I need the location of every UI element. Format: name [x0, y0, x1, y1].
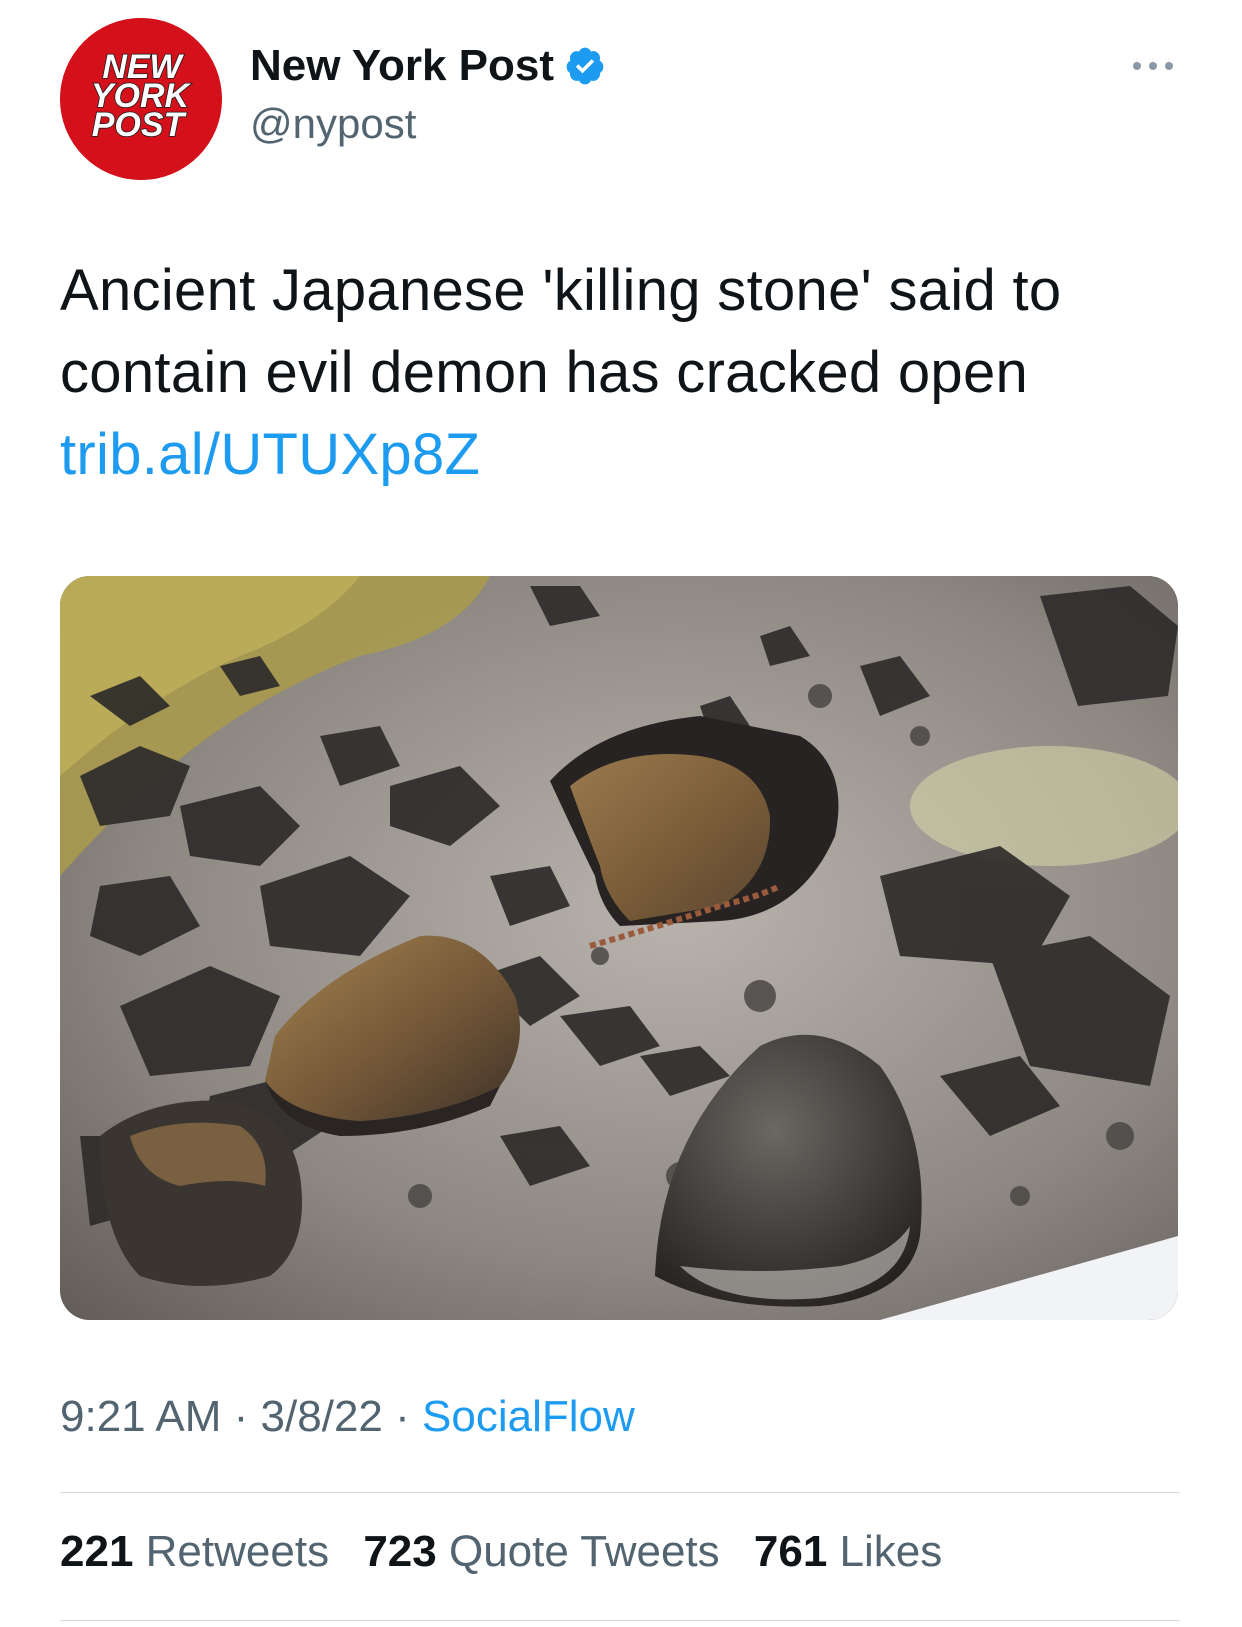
display-name-row: New York Post — [250, 40, 606, 92]
avatar[interactable]: NEW YORK POST — [60, 18, 222, 180]
divider — [60, 1620, 1180, 1621]
divider — [60, 1492, 1180, 1493]
retweets-label: Retweets — [145, 1527, 330, 1576]
retweets-stat[interactable]: 221 Retweets — [60, 1527, 329, 1576]
quote-tweets-count: 723 — [363, 1527, 437, 1576]
new-york-post-logo: NEW YORK POST — [60, 18, 222, 180]
retweets-count: 221 — [60, 1527, 134, 1576]
likes-count: 761 — [753, 1527, 828, 1576]
tweet-stats: 221 Retweets 723 Quote Tweets 761 Likes — [60, 1527, 964, 1577]
svg-text:POST: POST — [92, 106, 188, 144]
tweet-link[interactable]: trib.al/UTUXp8Z — [60, 422, 480, 487]
tweet-date[interactable]: 3/8/22 — [261, 1392, 383, 1441]
author-handle[interactable]: @nypost — [250, 100, 606, 148]
quote-tweets-stat[interactable]: 723 Quote Tweets — [363, 1527, 719, 1576]
tweet-text: Ancient Japanese 'killing stone' said to… — [60, 250, 1180, 496]
meta-separator: · — [221, 1392, 261, 1441]
killing-stone-photo — [60, 576, 1178, 1320]
quote-tweets-label: Quote Tweets — [448, 1527, 720, 1576]
tweet-source[interactable]: SocialFlow — [422, 1392, 635, 1441]
meta-separator: · — [382, 1392, 422, 1441]
display-name[interactable]: New York Post — [250, 41, 554, 91]
tweet-header: NEW YORK POST New York Post @nypost — [60, 18, 1182, 183]
likes-stat[interactable]: 761 Likes — [754, 1527, 942, 1576]
tweet-time[interactable]: 9:21 AM — [60, 1392, 221, 1441]
verified-badge-icon — [564, 45, 606, 87]
author-names: New York Post @nypost — [250, 40, 606, 148]
more-options-icon[interactable] — [1128, 54, 1178, 78]
likes-label: Likes — [839, 1527, 943, 1576]
tweet-meta: 9:21 AM · 3/8/22 · SocialFlow — [60, 1392, 635, 1442]
tweet-photo[interactable] — [60, 576, 1178, 1320]
tweet-body: Ancient Japanese 'killing stone' said to… — [60, 258, 1062, 405]
